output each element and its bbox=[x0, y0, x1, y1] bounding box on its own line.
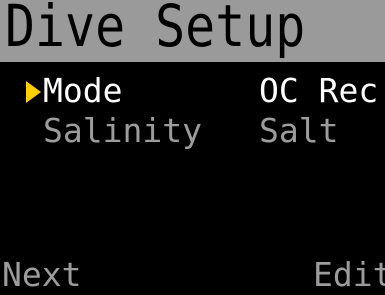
mode-value: OC Rec bbox=[259, 71, 379, 110]
menu-item-salinity[interactable]: Salinity Salt bbox=[0, 111, 385, 153]
title-bar: Dive Setup bbox=[0, 0, 385, 62]
salinity-value: Salt bbox=[259, 111, 339, 150]
edit-softkey[interactable]: Edit bbox=[313, 255, 385, 295]
screen-title: Dive Setup bbox=[5, 0, 306, 60]
menu-item-mode[interactable]: Mode OC Rec bbox=[0, 71, 385, 113]
next-softkey[interactable]: Next bbox=[2, 255, 81, 295]
salinity-label: Salinity bbox=[43, 111, 202, 150]
mode-label: Mode bbox=[43, 71, 123, 110]
triangle-right-icon bbox=[26, 81, 41, 103]
